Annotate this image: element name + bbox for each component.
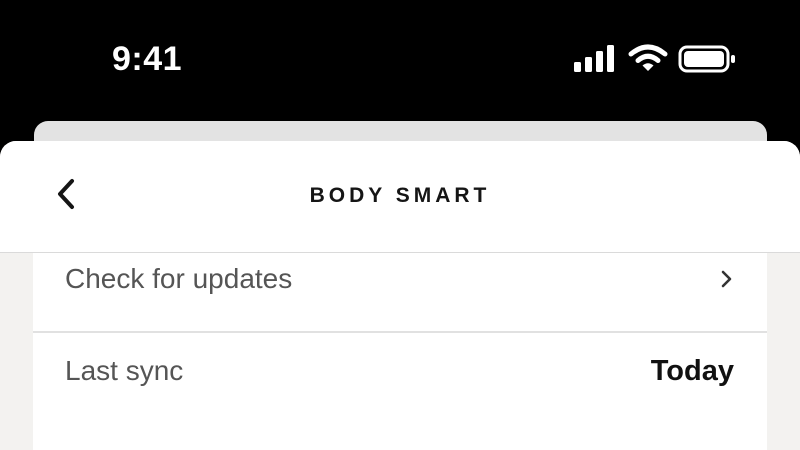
check-for-updates-row[interactable]: Check for updates: [33, 253, 767, 333]
cellular-signal-icon: [574, 45, 614, 72]
battery-icon: [678, 45, 735, 73]
last-sync-value: Today: [650, 354, 734, 387]
last-sync-row: Last sync Today: [33, 335, 767, 450]
status-bar: 9:41: [0, 0, 800, 120]
status-time: 9:41: [112, 40, 183, 78]
chevron-right-icon: [721, 270, 732, 288]
phone-screen: 9:41 BODY SMART Check for updates Last s…: [0, 0, 800, 450]
modal-sheet: BODY SMART Check for updates Last sync T…: [0, 141, 800, 450]
row-label: Check for updates: [65, 263, 293, 294]
settings-card: Check for updates Last sync Today: [33, 253, 767, 450]
nav-header: BODY SMART: [0, 141, 800, 253]
wifi-icon: [628, 44, 668, 71]
page-title: BODY SMART: [309, 184, 491, 207]
row-label: Last sync: [65, 355, 184, 386]
